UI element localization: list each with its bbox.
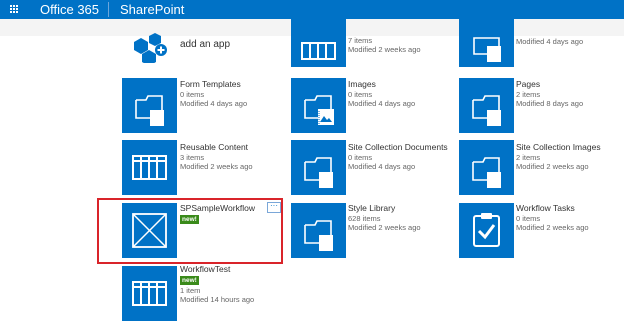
item-count: 2 items — [516, 90, 541, 99]
list-title-link[interactable]: WorkflowTest — [180, 264, 254, 275]
modified-date: Modified 4 days ago — [516, 37, 584, 46]
item-count: 0 items — [348, 153, 373, 162]
tile-info: 7 items Modified 2 weeks ago — [348, 36, 421, 54]
modified-date: Modified 4 days ago — [348, 99, 416, 108]
item-count: 0 items — [516, 214, 541, 223]
tile-pages[interactable] — [459, 78, 514, 133]
modified-date: Modified 2 weeks ago — [516, 223, 589, 232]
modified-date: Modified 14 hours ago — [180, 295, 255, 304]
list-title-link[interactable]: Style Library — [348, 203, 421, 214]
item-count: 0 items — [180, 90, 205, 99]
list-title-link[interactable]: Form Templates — [180, 79, 247, 90]
item-count: 1 item — [180, 286, 201, 295]
add-app-icon[interactable] — [128, 33, 168, 66]
item-count: 628 items — [348, 214, 381, 223]
add-app-link[interactable]: add an app — [180, 39, 230, 50]
office365-link[interactable]: Office 365 — [40, 1, 99, 18]
tile-info: Form Templates 0 items Modified 4 days a… — [180, 79, 247, 108]
tile-info: Site Collection Images 2 items Modified … — [516, 142, 601, 171]
modified-date: Modified 2 weeks ago — [348, 45, 421, 54]
tile-info: Reusable Content 3 items Modified 2 week… — [180, 142, 253, 171]
modified-date: Modified 2 weeks ago — [180, 162, 253, 171]
modified-date: Modified 4 days ago — [348, 162, 416, 171]
tile-info: Modified 4 days ago — [516, 37, 583, 46]
sharepoint-link[interactable]: SharePoint — [120, 1, 184, 18]
tile-info: Pages 2 items Modified 8 days ago — [516, 79, 583, 108]
tile-info: Style Library 628 items Modified 2 weeks… — [348, 203, 421, 232]
list-title-link[interactable]: Images — [348, 79, 415, 90]
tile-table-icon[interactable] — [291, 12, 346, 67]
list-title-link[interactable]: Site Collection Images — [516, 142, 601, 153]
list-title-link[interactable]: Pages — [516, 79, 583, 90]
list-title-link[interactable]: Workflow Tasks — [516, 203, 589, 214]
item-count: 7 items — [348, 36, 373, 45]
tile-info: Workflow Tasks 0 items Modified 2 weeks … — [516, 203, 589, 232]
tile-workflowtest[interactable] — [122, 266, 177, 321]
tile-info: Site Collection Documents 0 items Modifi… — [348, 142, 448, 171]
highlight-box — [97, 198, 283, 264]
modified-date: Modified 8 days ago — [516, 99, 584, 108]
tile-site-collection-documents[interactable] — [291, 140, 346, 195]
modified-date: Modified 2 weeks ago — [516, 162, 589, 171]
item-count: 3 items — [180, 153, 205, 162]
list-title-link[interactable]: Reusable Content — [180, 142, 253, 153]
item-count: 2 items — [516, 153, 541, 162]
item-count: 0 items — [348, 90, 373, 99]
tile-workflow-tasks[interactable] — [459, 203, 514, 258]
tile-site-collection-images[interactable] — [459, 140, 514, 195]
list-title-link[interactable]: Site Collection Documents — [348, 142, 448, 153]
tile-reusable-content[interactable] — [122, 140, 177, 195]
tile-folder-icon[interactable] — [459, 12, 514, 67]
tile-form-templates[interactable] — [122, 78, 177, 133]
modified-date: Modified 4 days ago — [180, 99, 248, 108]
modified-date: Modified 2 weeks ago — [348, 223, 421, 232]
app-launcher-icon[interactable] — [0, 0, 28, 19]
tile-info: WorkflowTest new! 1 item Modified 14 hou… — [180, 264, 254, 304]
tile-style-library[interactable] — [291, 203, 346, 258]
new-badge: new! — [180, 276, 199, 285]
tile-images[interactable] — [291, 78, 346, 133]
suite-bar-divider — [108, 2, 109, 17]
tile-info: Images 0 items Modified 4 days ago — [348, 79, 415, 108]
